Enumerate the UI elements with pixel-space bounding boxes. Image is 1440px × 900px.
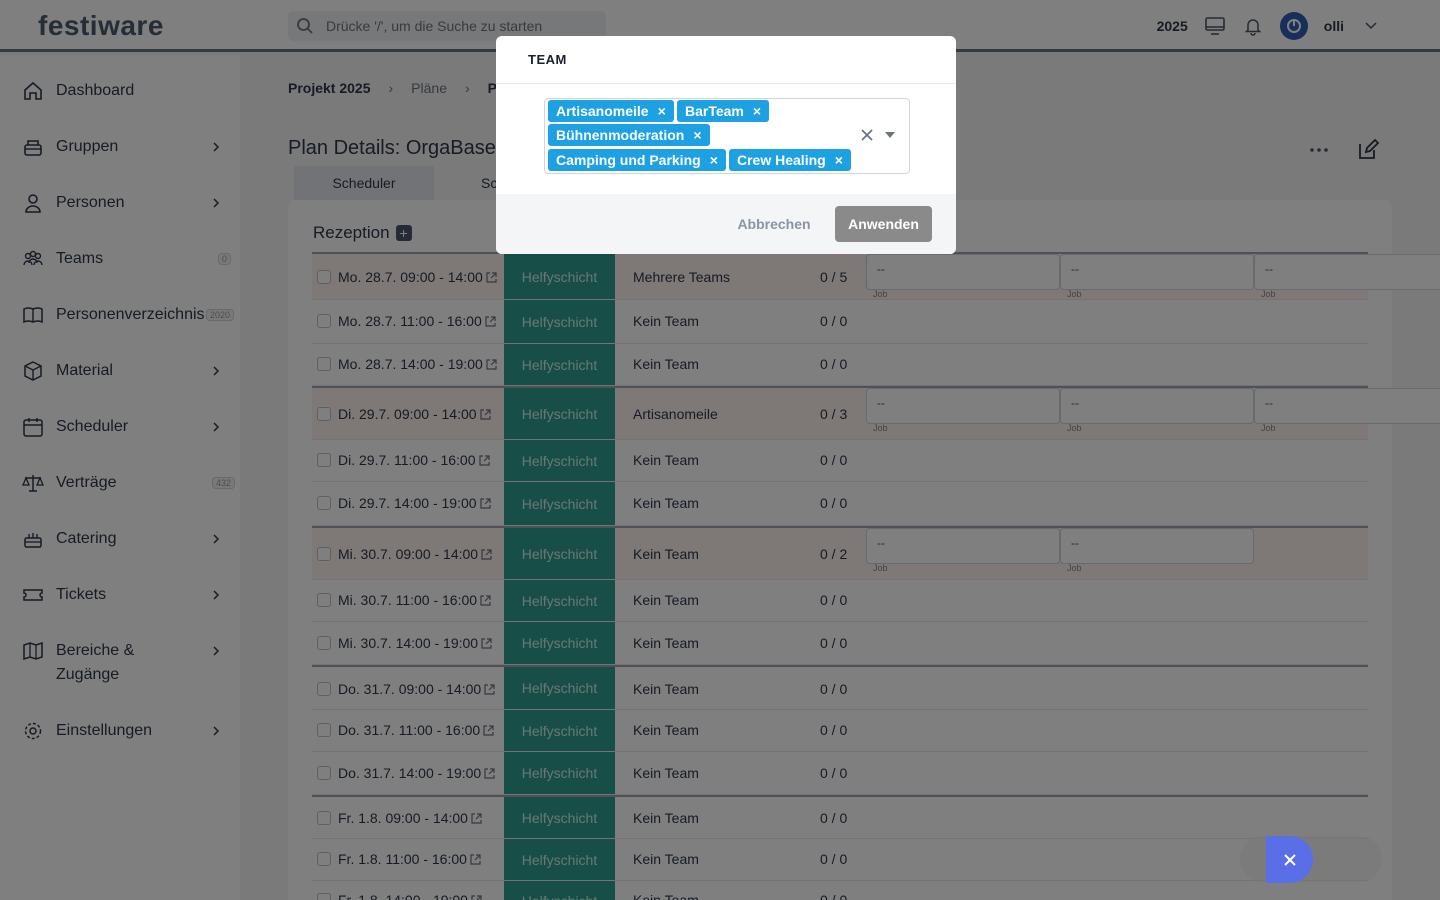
chip-remove-icon[interactable]: × (693, 128, 701, 142)
team-chip: BarTeam × (677, 100, 770, 122)
chip-remove-icon[interactable]: × (710, 153, 718, 167)
close-floating-button[interactable] (1266, 836, 1313, 883)
team-chip: Crew Healing × (729, 149, 851, 171)
chip-remove-icon[interactable]: × (658, 104, 666, 118)
chip-remove-icon[interactable]: × (835, 153, 843, 167)
chip-label: BarTeam (685, 103, 744, 119)
close-icon (1283, 853, 1296, 866)
chip-label: Bühnenmoderation (556, 127, 685, 143)
caret-down-icon[interactable] (884, 131, 896, 139)
cancel-button[interactable]: Abbrechen (728, 206, 820, 242)
team-multiselect[interactable]: Artisanomeile × BarTeam × Bühnenmoderation… (544, 98, 910, 174)
chip-label: Crew Healing (737, 152, 826, 168)
chip-label: Artisanomeile (556, 103, 649, 119)
chip-remove-icon[interactable]: × (753, 104, 761, 118)
clear-all-icon[interactable] (859, 127, 875, 143)
team-chip: Camping und Parking × (548, 149, 726, 171)
modal-title: TEAM (528, 52, 567, 67)
team-chip: Bühnenmoderation × (548, 124, 710, 146)
chip-label: Camping und Parking (556, 152, 701, 168)
team-filter-modal: TEAM Artisanomeile × BarTeam × Bühnenmoder… (496, 36, 956, 254)
team-chip: Artisanomeile × (548, 100, 674, 122)
apply-button[interactable]: Anwenden (835, 206, 932, 242)
modal-footer: Abbrechen Anwenden (496, 194, 956, 254)
modal-header: TEAM (496, 36, 956, 84)
